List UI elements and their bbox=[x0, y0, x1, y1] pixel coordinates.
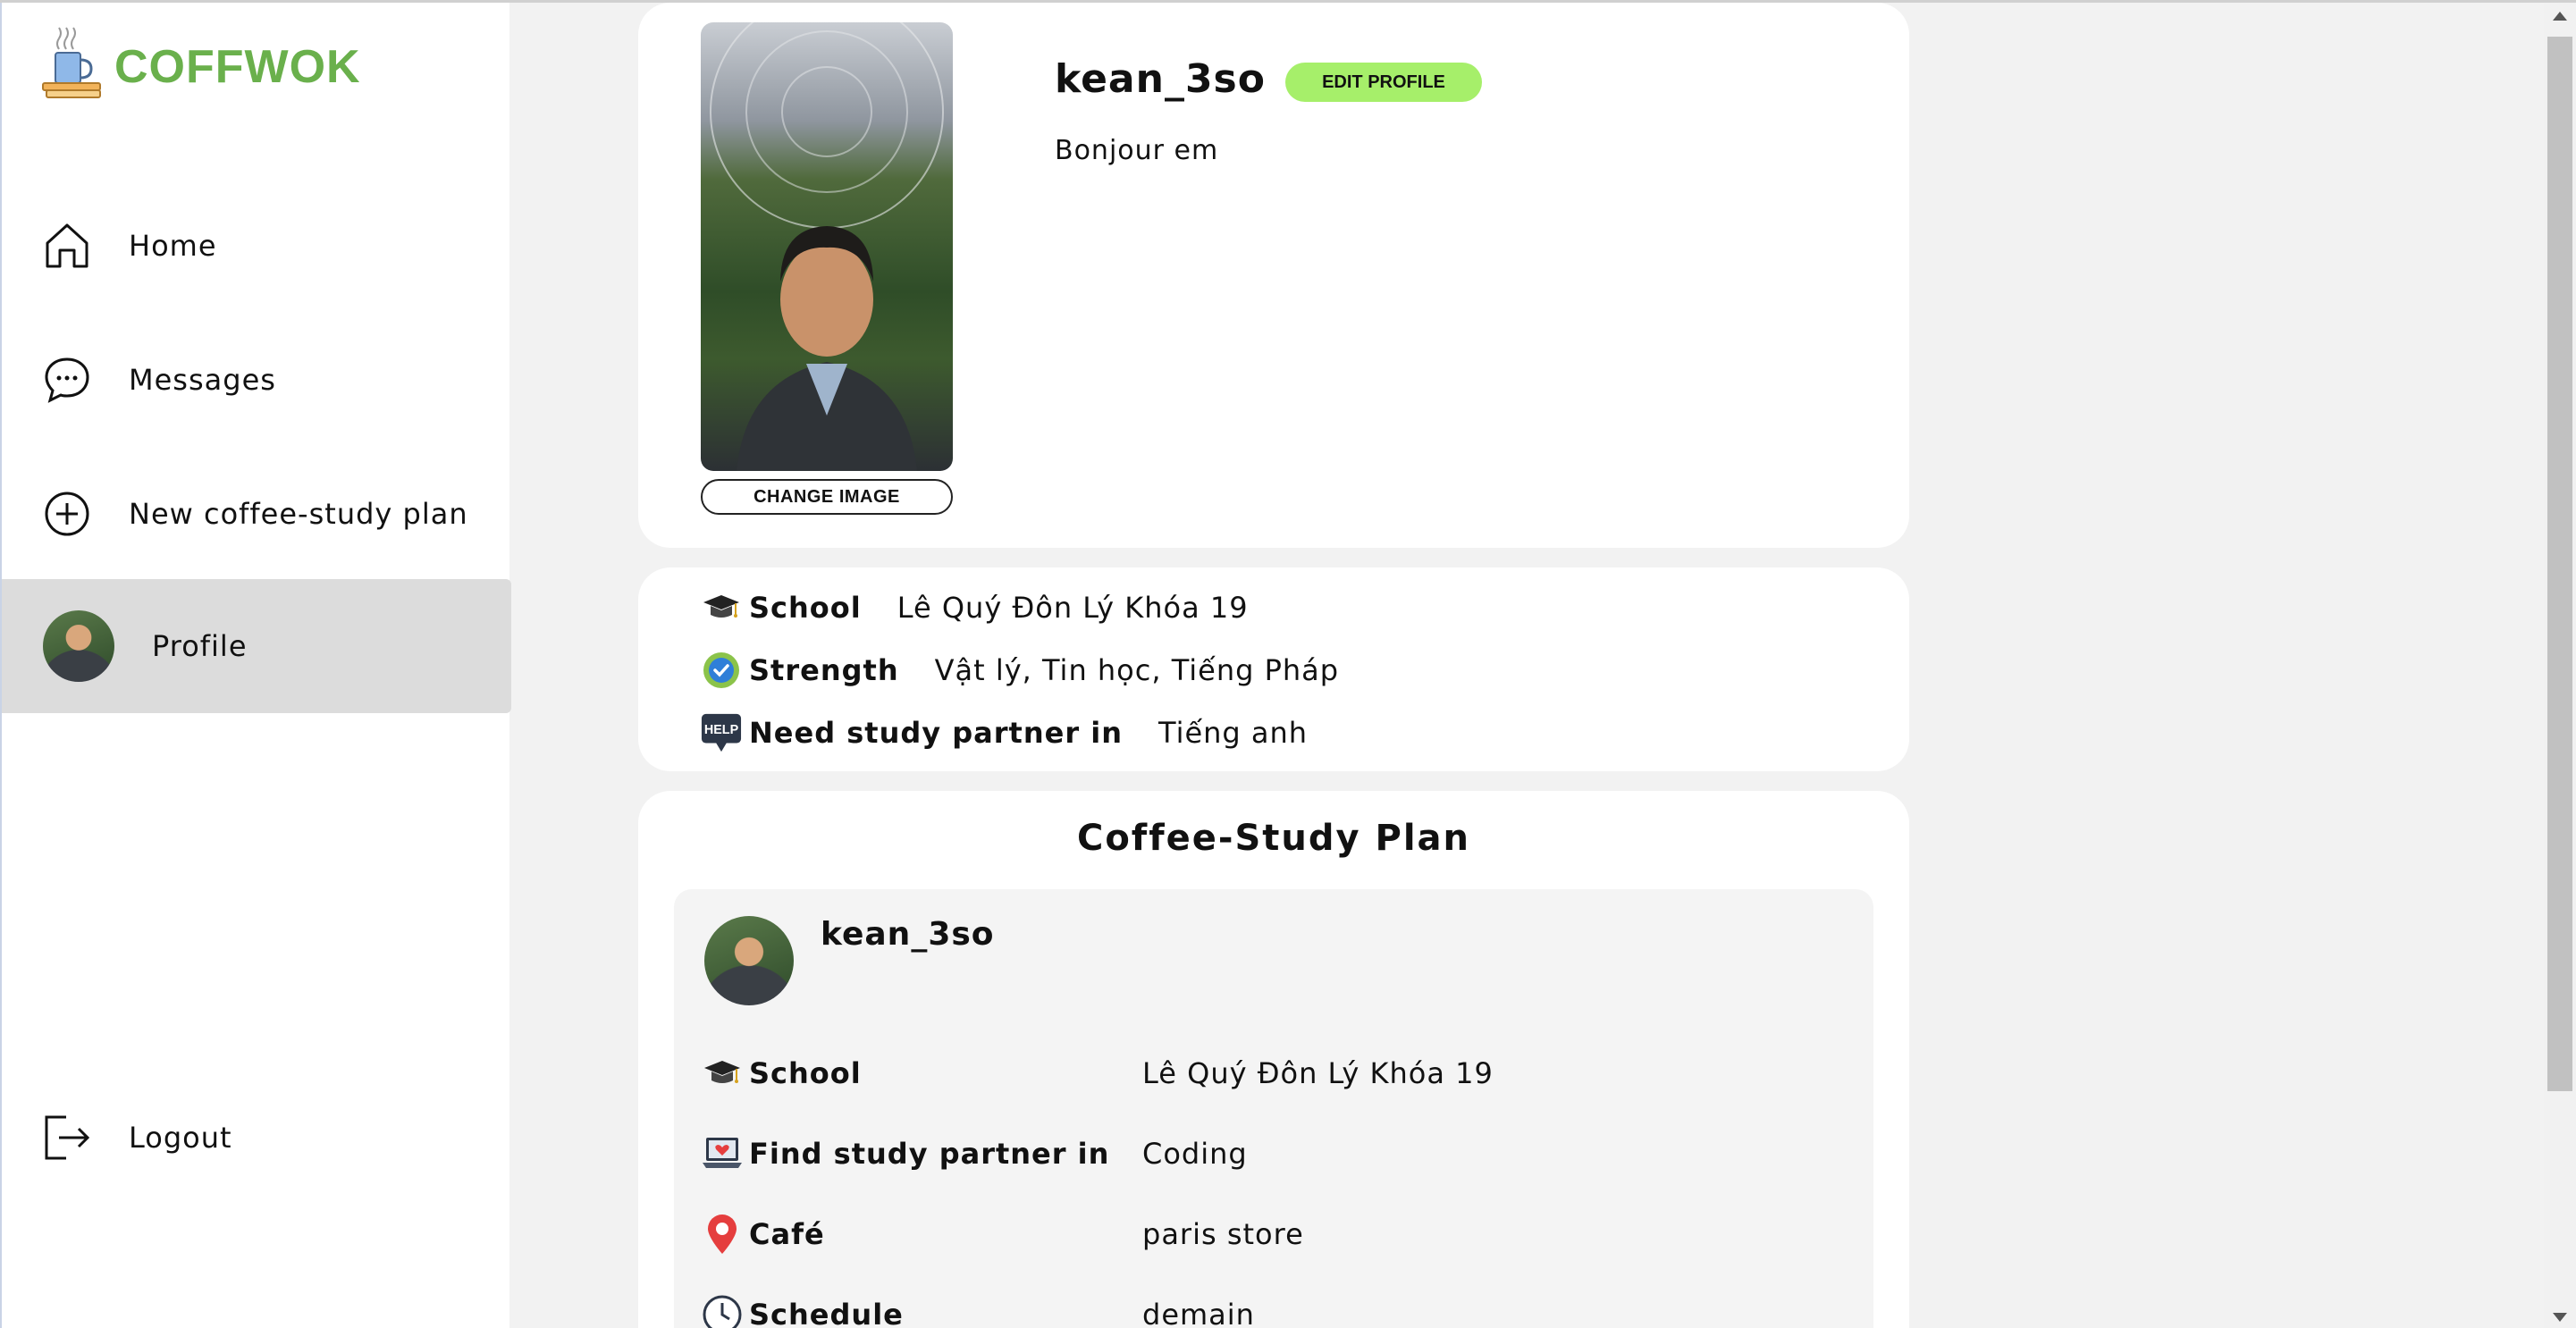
scroll-down-arrow-icon[interactable] bbox=[2553, 1313, 2567, 1322]
detail-label: Strength bbox=[749, 653, 899, 687]
plan-label: School bbox=[749, 1056, 862, 1090]
detail-value: Vật lý, Tin học, Tiếng Pháp bbox=[934, 653, 1340, 687]
plan-row-school: School Lê Quý Đôn Lý Khóa 19 bbox=[701, 1050, 1494, 1097]
plan-item[interactable]: kean_3so School Lê Quý Đôn Lý Khóa 19 Fi… bbox=[674, 889, 1873, 1328]
avatar bbox=[704, 916, 794, 1005]
plan-label: Café bbox=[749, 1217, 825, 1251]
sidebar-item-new-plan[interactable]: New coffee-study plan bbox=[2, 447, 511, 581]
svg-text:HELP: HELP bbox=[704, 723, 739, 737]
avatar bbox=[43, 610, 114, 682]
help-icon: HELP bbox=[701, 712, 742, 753]
sidebar-item-label: Profile bbox=[152, 629, 248, 663]
graduation-cap-icon bbox=[701, 587, 742, 628]
plan-title: Coffee-Study Plan bbox=[1076, 818, 1471, 859]
detail-label: School bbox=[749, 591, 862, 625]
scroll-thumb[interactable] bbox=[2547, 37, 2572, 1091]
plan-username: kean_3so bbox=[821, 916, 995, 953]
detail-school: School Lê Quý Đôn Lý Khóa 19 bbox=[701, 585, 1249, 630]
logout-label: Logout bbox=[129, 1121, 232, 1155]
plan-value: paris store bbox=[1142, 1217, 1304, 1251]
detail-need-partner: HELP Need study partner in Tiếng anh bbox=[701, 710, 1308, 755]
clock-icon bbox=[701, 1293, 744, 1328]
plan-row-schedule: Schedule demain bbox=[701, 1291, 1255, 1328]
home-icon bbox=[43, 222, 91, 270]
plan-row-cafe: Café paris store bbox=[701, 1211, 1304, 1257]
logout-icon bbox=[43, 1114, 91, 1162]
plan-label: Schedule bbox=[749, 1298, 904, 1328]
sidebar-item-messages[interactable]: Messages bbox=[2, 313, 511, 447]
profile-card: CHANGE IMAGE kean_3so EDIT PROFILE Bonjo… bbox=[638, 3, 1909, 548]
detail-value: Tiếng anh bbox=[1158, 716, 1309, 750]
detail-strength: Strength Vật lý, Tin học, Tiếng Pháp bbox=[701, 648, 1339, 693]
plan-label: Find study partner in bbox=[749, 1137, 1110, 1171]
coffee-books-icon bbox=[42, 27, 101, 98]
change-image-button[interactable]: CHANGE IMAGE bbox=[701, 479, 953, 515]
plan-value: demain bbox=[1142, 1298, 1255, 1328]
plan-value: Coding bbox=[1142, 1137, 1248, 1171]
graduation-cap-icon bbox=[701, 1052, 744, 1095]
check-badge-icon bbox=[701, 650, 742, 691]
map-pin-icon bbox=[701, 1213, 744, 1256]
scroll-up-arrow-icon[interactable] bbox=[2553, 12, 2567, 21]
profile-bio: Bonjour em bbox=[1055, 135, 1219, 166]
laptop-icon bbox=[701, 1132, 744, 1175]
detail-value: Lê Quý Đôn Lý Khóa 19 bbox=[897, 591, 1249, 625]
plus-circle-icon bbox=[43, 490, 91, 538]
sidebar-item-home[interactable]: Home bbox=[2, 179, 511, 313]
sidebar-item-profile[interactable]: Profile bbox=[2, 579, 511, 713]
sidebar-item-label: Messages bbox=[129, 363, 276, 397]
profile-photo bbox=[701, 22, 953, 471]
brand-name: COFFWOK bbox=[114, 41, 361, 93]
edit-profile-button[interactable]: EDIT PROFILE bbox=[1285, 63, 1482, 102]
detail-label: Need study partner in bbox=[749, 716, 1123, 750]
logout-button[interactable]: Logout bbox=[2, 1071, 511, 1205]
sidebar: COFFWOK Home Messages New coffee-study p… bbox=[0, 3, 511, 1328]
profile-details-card: School Lê Quý Đôn Lý Khóa 19 Strength Vậ… bbox=[638, 567, 1909, 771]
sidebar-item-label: Home bbox=[129, 229, 217, 263]
plan-row-subject: Find study partner in Coding bbox=[701, 1130, 1248, 1177]
sidebar-item-label: New coffee-study plan bbox=[129, 497, 468, 531]
profile-username: kean_3so bbox=[1055, 56, 1266, 102]
plan-value: Lê Quý Đôn Lý Khóa 19 bbox=[1142, 1056, 1494, 1090]
logo[interactable]: COFFWOK bbox=[39, 22, 361, 103]
scrollbar[interactable] bbox=[2544, 3, 2576, 1328]
message-icon bbox=[43, 356, 91, 404]
coffee-study-plan-card: Coffee-Study Plan kean_3so School Lê Quý… bbox=[638, 791, 1909, 1328]
